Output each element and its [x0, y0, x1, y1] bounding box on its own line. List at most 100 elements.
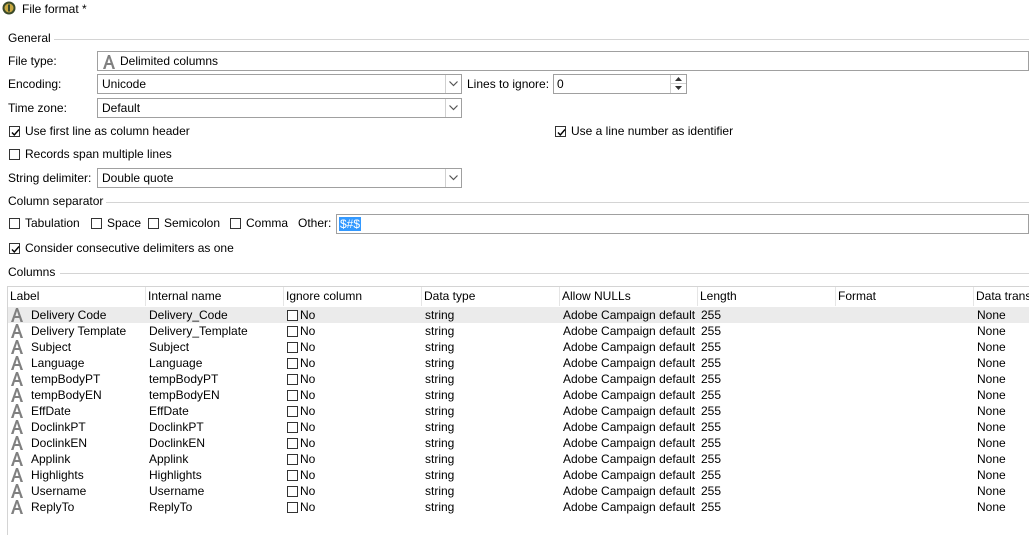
cell-label: ReplyTo: [31, 500, 75, 514]
cell-data-transform: None: [977, 468, 1006, 482]
stepper-down-button[interactable]: [671, 84, 686, 92]
cell-data-transform: None: [977, 324, 1006, 338]
cell-data-transform: None: [977, 308, 1006, 322]
semicolon-checkbox[interactable]: [148, 218, 159, 229]
text-type-icon: [11, 436, 23, 450]
cell-data-type: string: [425, 404, 455, 418]
text-type-icon: [11, 500, 23, 514]
header-label[interactable]: Label: [8, 287, 146, 306]
use-line-number-label[interactable]: Use a line number as identifier: [571, 124, 733, 138]
lines-to-ignore-stepper[interactable]: 0: [553, 74, 687, 94]
string-delimiter-select[interactable]: Double quote: [97, 168, 462, 188]
header-format[interactable]: Format: [836, 287, 974, 306]
stepper-up-button[interactable]: [671, 75, 686, 84]
check-icon: [11, 246, 20, 254]
time-zone-dropdown-button[interactable]: [445, 99, 461, 117]
cell-length: 255: [701, 436, 722, 450]
string-delimiter-label: String delimiter:: [8, 171, 92, 185]
cell-data-transform: None: [977, 420, 1006, 434]
cell-length: 255: [701, 324, 722, 338]
consecutive-delimiters-checkbox[interactable]: [9, 243, 20, 254]
cell-allow-nulls: Adobe Campaign default: [563, 356, 696, 370]
table-row[interactable]: EffDate EffDate No string Adobe Campaign def…: [8, 403, 1029, 419]
use-first-line-label[interactable]: Use first line as column header: [25, 124, 190, 138]
table-row[interactable]: tempBodyPT tempBodyPT No string Adobe Campai…: [8, 371, 1029, 387]
cell-data-type: string: [425, 388, 455, 402]
use-first-line-checkbox[interactable]: [9, 126, 20, 137]
table-row[interactable]: Delivery Template Delivery_Template No stri…: [8, 323, 1029, 339]
string-delimiter-value: Double quote: [102, 171, 174, 185]
cell-data-transform: None: [977, 356, 1006, 370]
cell-length: 255: [701, 340, 722, 354]
cell-label: Delivery Template: [31, 324, 127, 338]
use-line-number-checkbox[interactable]: [555, 126, 566, 137]
header-data-transform[interactable]: Data transf: [974, 287, 1029, 306]
records-span-checkbox[interactable]: [9, 149, 20, 160]
cell-allow-nulls: Adobe Campaign default: [563, 308, 696, 322]
ignore-column-checkbox[interactable]: [287, 438, 298, 449]
app-icon: [2, 1, 16, 15]
consecutive-delimiters-label[interactable]: Consider consecutive delimiters as one: [25, 241, 234, 255]
cell-length: 255: [701, 500, 722, 514]
cell-allow-nulls: Adobe Campaign default: [563, 500, 696, 514]
file-type-field[interactable]: Delimited columns: [97, 51, 1029, 71]
cell-data-transform: None: [977, 388, 1006, 402]
table-row[interactable]: Delivery Code Delivery_Code No string Adobe …: [8, 307, 1029, 323]
ignore-column-checkbox[interactable]: [287, 390, 298, 401]
text-type-icon: [11, 324, 23, 338]
cell-allow-nulls: Adobe Campaign default: [563, 436, 696, 450]
table-row[interactable]: Language Language No string Adobe Campaign d…: [8, 355, 1029, 371]
header-data-type[interactable]: Data type: [422, 287, 560, 306]
tabulation-checkbox[interactable]: [9, 218, 20, 229]
ignore-column-checkbox[interactable]: [287, 358, 298, 369]
cell-data-type: string: [425, 484, 455, 498]
semicolon-label[interactable]: Semicolon: [164, 216, 220, 230]
header-length[interactable]: Length: [698, 287, 836, 306]
comma-label[interactable]: Comma: [246, 216, 288, 230]
table-row[interactable]: DoclinkEN DoclinkEN No string Adobe Campaign…: [8, 435, 1029, 451]
columns-section-title: Columns: [8, 265, 59, 279]
ignore-column-checkbox[interactable]: [287, 310, 298, 321]
cell-data-type: string: [425, 308, 455, 322]
other-separator-input[interactable]: $#$: [336, 214, 1029, 234]
ignore-column-checkbox[interactable]: [287, 486, 298, 497]
time-zone-select[interactable]: Default: [97, 98, 462, 118]
space-checkbox[interactable]: [91, 218, 102, 229]
string-delimiter-dropdown-button[interactable]: [445, 169, 461, 187]
encoding-dropdown-button[interactable]: [445, 75, 461, 93]
records-span-label[interactable]: Records span multiple lines: [25, 147, 172, 161]
table-row[interactable]: ReplyTo ReplyTo No string Adobe Campaign def…: [8, 499, 1029, 515]
table-row[interactable]: Username Username No string Adobe Campaign d…: [8, 483, 1029, 499]
ignore-column-checkbox[interactable]: [287, 470, 298, 481]
table-row[interactable]: Subject Subject No string Adobe Campaign def…: [8, 339, 1029, 355]
cell-data-transform: None: [977, 372, 1006, 386]
tabulation-label[interactable]: Tabulation: [25, 216, 80, 230]
cell-allow-nulls: Adobe Campaign default: [563, 452, 696, 466]
table-row[interactable]: Applink Applink No string Adobe Campaign def…: [8, 451, 1029, 467]
cell-allow-nulls: Adobe Campaign default: [563, 468, 696, 482]
ignore-column-checkbox[interactable]: [287, 326, 298, 337]
space-label[interactable]: Space: [107, 216, 141, 230]
ignore-column-checkbox[interactable]: [287, 502, 298, 513]
header-allow-nulls[interactable]: Allow NULLs: [560, 287, 698, 306]
cell-internal-name: Delivery_Code: [149, 308, 228, 322]
ignore-column-checkbox[interactable]: [287, 406, 298, 417]
cell-allow-nulls: Adobe Campaign default: [563, 420, 696, 434]
cell-internal-name: tempBodyPT: [149, 372, 219, 386]
ignore-column-checkbox[interactable]: [287, 454, 298, 465]
table-row[interactable]: DoclinkPT DoclinkPT No string Adobe Campaign…: [8, 419, 1029, 435]
ignore-column-checkbox[interactable]: [287, 342, 298, 353]
ignore-column-checkbox[interactable]: [287, 374, 298, 385]
table-row[interactable]: Highlights Highlights No string Adobe Campai…: [8, 467, 1029, 483]
ignore-column-checkbox[interactable]: [287, 422, 298, 433]
encoding-select[interactable]: Unicode: [97, 74, 462, 94]
lines-to-ignore-label: Lines to ignore:: [467, 77, 550, 91]
header-ignore-column[interactable]: Ignore column: [284, 287, 422, 306]
comma-checkbox[interactable]: [230, 218, 241, 229]
cell-ignore-column: No: [300, 500, 316, 514]
cell-internal-name: DoclinkEN: [149, 436, 206, 450]
table-row[interactable]: tempBodyEN tempBodyEN No string Adobe Campai…: [8, 387, 1029, 403]
header-internal-name[interactable]: Internal name: [146, 287, 284, 306]
cell-length: 255: [701, 388, 722, 402]
cell-internal-name: Language: [149, 356, 203, 370]
